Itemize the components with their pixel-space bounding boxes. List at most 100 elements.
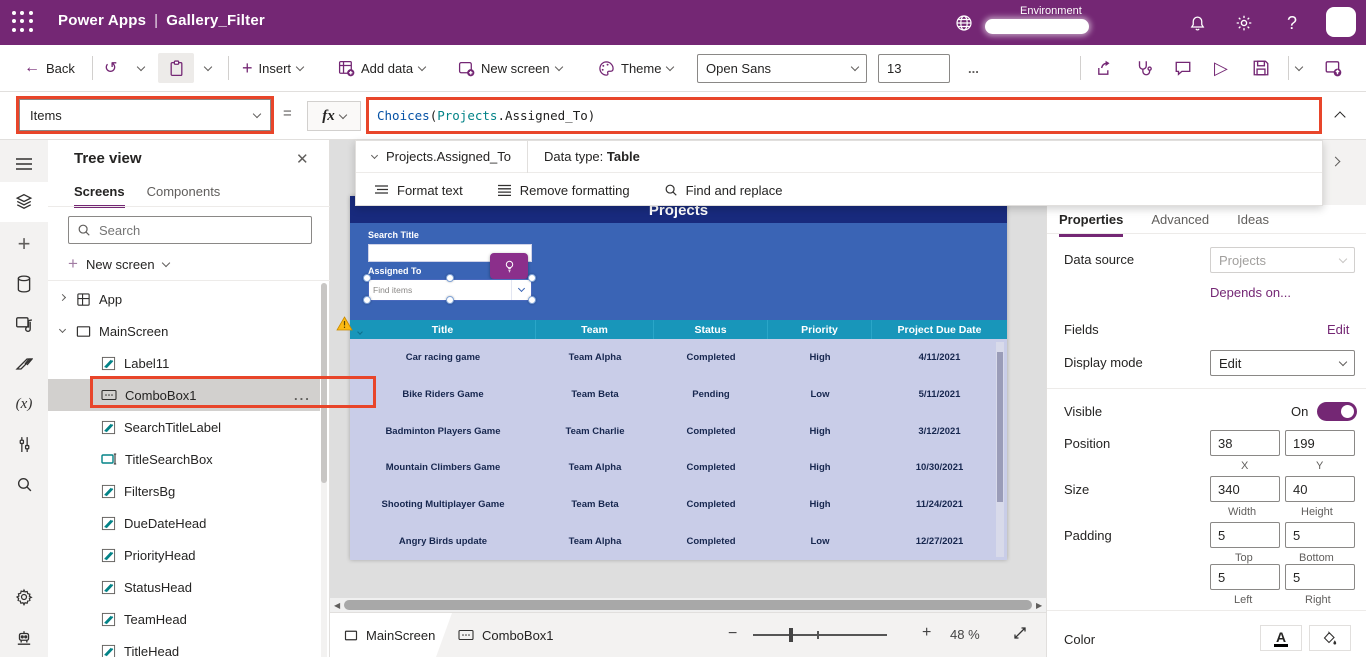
tree-item-combobox1[interactable]: ComboBox1 ... bbox=[48, 379, 320, 411]
column-header[interactable]: Team bbox=[536, 320, 654, 339]
insert-nav-button[interactable]: + bbox=[0, 224, 48, 264]
chevron-right-icon[interactable] bbox=[58, 293, 70, 302]
fit-to-screen-button[interactable] bbox=[1012, 625, 1028, 641]
font-size-input[interactable]: 13 bbox=[878, 54, 950, 83]
formula-input[interactable]: Choices(Projects.Assigned_To) bbox=[377, 108, 595, 123]
breadcrumb-control-tab[interactable]: ComboBox1 bbox=[458, 613, 554, 657]
gallery-scrollbar[interactable] bbox=[996, 342, 1004, 557]
power-automate-nav-button[interactable] bbox=[0, 344, 48, 384]
notifications-bell-icon[interactable] bbox=[1185, 11, 1209, 35]
tree-item-mainscreen[interactable]: MainScreen bbox=[48, 315, 320, 347]
settings-nav-button[interactable] bbox=[0, 577, 48, 617]
padding-top-input[interactable] bbox=[1210, 522, 1280, 548]
gallery-header-row[interactable]: Title Team Status Priority Project Due D… bbox=[350, 320, 1007, 339]
column-header[interactable]: Title bbox=[350, 320, 536, 339]
paste-dropdown[interactable] bbox=[203, 45, 213, 91]
toolbar-overflow-button[interactable]: ... bbox=[968, 45, 979, 91]
zoom-slider-handle[interactable] bbox=[789, 628, 793, 642]
scroll-left-arrow[interactable]: ◀ bbox=[334, 601, 340, 610]
property-selector[interactable]: Items bbox=[19, 99, 271, 131]
undo-dropdown[interactable] bbox=[136, 45, 146, 91]
fill-color-button[interactable] bbox=[1309, 625, 1351, 651]
tree-item-statushead[interactable]: StatusHead bbox=[48, 571, 320, 603]
save-dropdown[interactable] bbox=[1294, 45, 1304, 91]
tree-search-box[interactable] bbox=[68, 216, 312, 244]
idea-suggestion-badge[interactable] bbox=[490, 253, 528, 279]
comments-button[interactable] bbox=[1174, 45, 1192, 91]
formula-bar-collapse-button[interactable] bbox=[1334, 108, 1356, 128]
close-icon[interactable]: ✕ bbox=[296, 150, 309, 168]
tree-item-teamhead[interactable]: TeamHead bbox=[48, 603, 320, 635]
tree-item-titlehead[interactable]: TitleHead bbox=[48, 635, 320, 657]
collapse-menu-button[interactable] bbox=[0, 144, 48, 184]
paste-button[interactable] bbox=[158, 53, 194, 83]
tree-item-label11[interactable]: Label11 bbox=[48, 347, 320, 379]
selection-handle[interactable] bbox=[446, 274, 454, 282]
position-x-input[interactable] bbox=[1210, 430, 1280, 456]
canvas-filter-section[interactable]: Search Title Assigned To Find items bbox=[350, 223, 1007, 320]
visible-toggle[interactable] bbox=[1317, 402, 1357, 421]
font-family-select[interactable]: Open Sans bbox=[697, 54, 867, 83]
zoom-in-button[interactable]: + bbox=[922, 624, 931, 642]
padding-left-input[interactable] bbox=[1210, 564, 1280, 590]
scroll-right-arrow[interactable]: ▶ bbox=[1036, 601, 1042, 610]
scrollbar-thumb[interactable] bbox=[321, 283, 327, 483]
tab-screens[interactable]: Screens bbox=[74, 184, 125, 208]
app-checker-button[interactable] bbox=[1135, 45, 1153, 91]
add-data-menu[interactable]: Add data bbox=[338, 45, 427, 91]
new-screen-button[interactable]: + New screen bbox=[68, 254, 170, 274]
settings-gear-icon[interactable] bbox=[1232, 11, 1256, 35]
publish-button[interactable] bbox=[1324, 45, 1342, 91]
environment-name-pill[interactable] bbox=[985, 19, 1089, 34]
column-header[interactable]: Priority bbox=[768, 320, 872, 339]
tree-item-titlesearchbox[interactable]: TitleSearchBox bbox=[48, 443, 320, 475]
insert-menu[interactable]: + Insert bbox=[242, 45, 305, 91]
column-header[interactable]: Status bbox=[654, 320, 768, 339]
selection-handle[interactable] bbox=[528, 274, 536, 282]
table-row[interactable]: Car racing game Team Alpha Completed Hig… bbox=[350, 339, 1007, 376]
tree-item-app[interactable]: App bbox=[48, 283, 320, 315]
table-row[interactable]: Shooting Multiplayer Game Team Beta Comp… bbox=[350, 486, 1007, 523]
waffle-menu-icon[interactable] bbox=[12, 11, 34, 33]
environment-globe-icon[interactable] bbox=[952, 11, 976, 35]
search-nav-button[interactable] bbox=[0, 464, 48, 504]
horizontal-scrollbar[interactable]: ◀ ▶ bbox=[330, 598, 1046, 612]
tree-item-filtersbg[interactable]: FiltersBg bbox=[48, 475, 320, 507]
expand-panel-button[interactable] bbox=[1330, 152, 1350, 170]
zoom-percentage[interactable]: 48 % bbox=[950, 627, 980, 642]
fields-edit-link[interactable]: Edit bbox=[1327, 322, 1349, 337]
tree-item-priorityhead[interactable]: PriorityHead bbox=[48, 539, 320, 571]
format-text-button[interactable]: Format text bbox=[374, 183, 463, 198]
depends-on-link[interactable]: Depends on... bbox=[1210, 285, 1291, 300]
chevron-down-icon[interactable] bbox=[58, 325, 70, 334]
virtual-agent-nav-button[interactable] bbox=[0, 618, 48, 657]
padding-right-input[interactable] bbox=[1285, 564, 1355, 590]
size-width-input[interactable] bbox=[1210, 476, 1280, 502]
preview-play-button[interactable]: ▷ bbox=[1214, 45, 1228, 91]
tab-components[interactable]: Components bbox=[147, 184, 221, 208]
column-header[interactable]: Project Due Date bbox=[872, 320, 1007, 339]
display-mode-select[interactable]: Edit bbox=[1210, 350, 1355, 376]
result-expression-toggle[interactable]: Projects.Assigned_To bbox=[356, 149, 527, 164]
zoom-out-button[interactable]: − bbox=[728, 625, 737, 643]
back-button[interactable]: ← Back bbox=[24, 45, 75, 91]
new-screen-menu[interactable]: New screen bbox=[458, 45, 563, 91]
font-color-button[interactable]: A bbox=[1260, 625, 1302, 651]
table-row[interactable]: Angry Birds update Team Alpha Completed … bbox=[350, 523, 1007, 560]
tree-item-searchtitlelabel[interactable]: SearchTitleLabel bbox=[48, 411, 320, 443]
help-icon[interactable]: ? bbox=[1280, 11, 1304, 35]
app-canvas[interactable]: Projects Search Title Assigned To Find i… bbox=[336, 196, 1007, 560]
item-overflow-button[interactable]: ... bbox=[294, 388, 311, 403]
breadcrumb-screen-tab[interactable]: MainScreen bbox=[330, 613, 452, 657]
theme-menu[interactable]: Theme bbox=[598, 45, 675, 91]
selection-handle[interactable] bbox=[363, 296, 371, 304]
share-button[interactable] bbox=[1096, 45, 1114, 91]
fx-selector[interactable]: fx bbox=[307, 101, 361, 131]
selection-handle[interactable] bbox=[528, 296, 536, 304]
scrollbar-thumb[interactable] bbox=[997, 352, 1003, 502]
media-nav-button[interactable] bbox=[0, 304, 48, 344]
table-row[interactable]: Mountain Climbers Game Team Alpha Comple… bbox=[350, 449, 1007, 486]
tree-item-duedatehead[interactable]: DueDateHead bbox=[48, 507, 320, 539]
tree-scrollbar[interactable] bbox=[321, 283, 327, 657]
scrollbar-thumb[interactable] bbox=[344, 600, 1032, 610]
